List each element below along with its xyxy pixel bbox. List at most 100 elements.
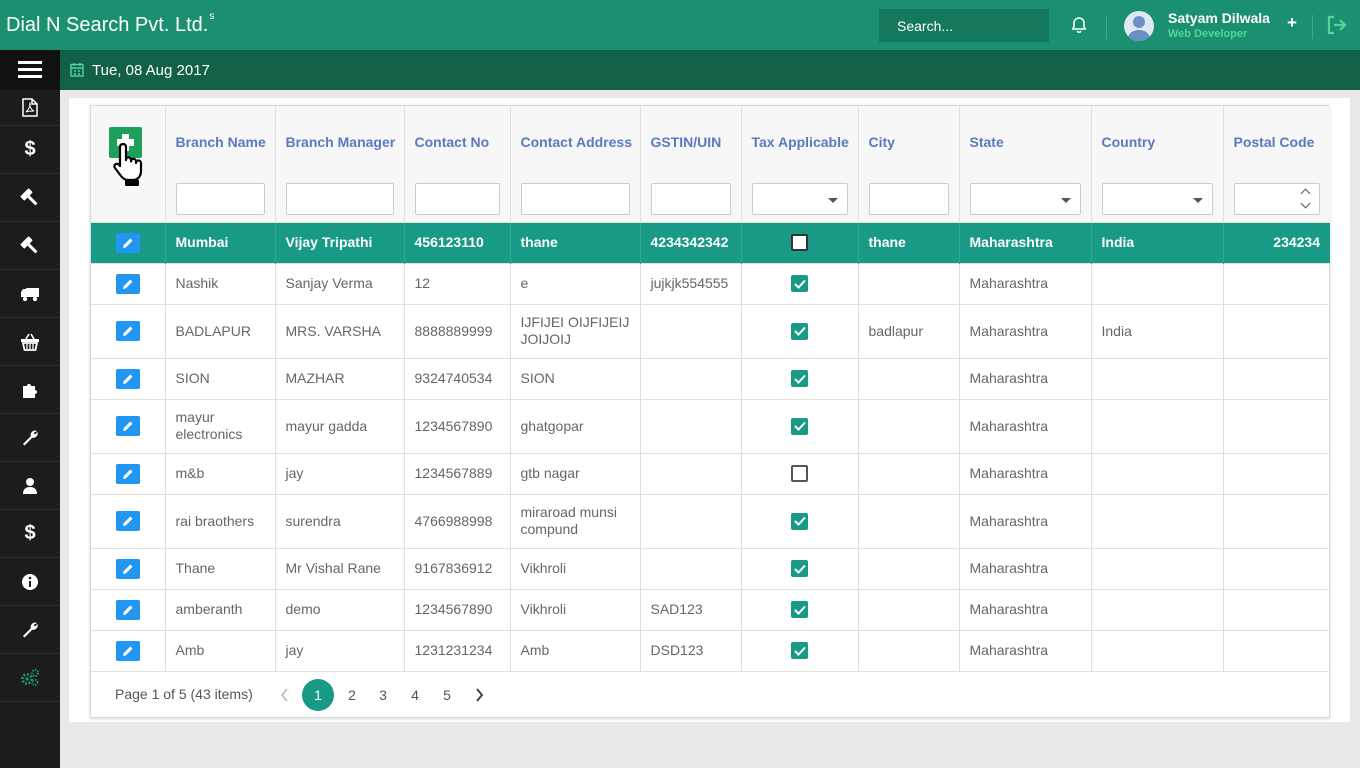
filter-gstin[interactable] [650,183,731,216]
check-icon [793,564,806,574]
edit-button[interactable] [115,321,140,341]
brand-title[interactable]: Dial N Search Pvt. Ltd.s [6,11,214,37]
add-icon[interactable]: + [1287,13,1297,33]
cell-country [1091,263,1224,304]
column-header-country[interactable]: Country [1091,106,1224,177]
filter-contact-address[interactable] [520,183,630,216]
sidebar-item-shop[interactable] [0,318,60,366]
tax-applicable-checkbox[interactable] [791,465,808,482]
bell-icon[interactable] [1070,16,1088,34]
column-header-state[interactable]: State [959,106,1092,177]
table-row[interactable]: Amb jay 1231231234 Amb DSD123 Maharashtra [91,630,1330,671]
edit-button[interactable] [115,558,140,579]
edit-button[interactable] [115,511,140,531]
spin-up-icon[interactable] [1300,188,1311,199]
filter-city[interactable] [868,183,949,216]
edit-button[interactable] [115,368,140,389]
table-row[interactable]: rai braothers surendra 4766988998 miraroad … [91,494,1330,548]
sidebar-item-payments[interactable]: $ [0,510,60,558]
filter-branch-manager[interactable] [285,183,394,216]
table-row[interactable]: BADLAPUR MRS. VARSHA 8888889999 IJFIJEI OIJ… [91,304,1330,358]
edit-button[interactable] [115,599,140,620]
filter-state-select[interactable] [969,183,1081,216]
page-button-3[interactable]: 3 [367,679,399,711]
page-button-1[interactable]: 1 [302,679,334,711]
tax-applicable-checkbox[interactable] [791,275,808,292]
edit-cell [91,399,166,453]
column-header-gstin[interactable]: GSTIN/UIN [640,106,742,177]
edit-cell [91,494,166,548]
cell-postal-code [1223,358,1330,399]
page-button-4[interactable]: 4 [399,679,431,711]
column-header-contact-address[interactable]: Contact Address [510,106,641,177]
cell-contact-address: SION [510,358,641,399]
table-row[interactable]: Mumbai Vijay Tripathi 456123110 thane 423434… [91,222,1330,263]
tax-applicable-checkbox[interactable] [791,370,808,387]
tax-applicable-checkbox[interactable] [791,512,808,530]
filter-contact-no[interactable] [414,183,500,216]
search-input[interactable] [879,9,1049,42]
filter-postal-code-spinner[interactable] [1233,183,1320,216]
table-row[interactable]: mayur electronics mayur gadda 1234567890 gh… [91,399,1330,453]
cell-tax-applicable [741,630,859,671]
cell-city: thane [858,222,960,263]
sidebar-item-legal[interactable] [0,174,60,222]
filter-country-select[interactable] [1101,183,1213,216]
column-header-tax-applicable[interactable]: Tax Applicable [741,106,859,177]
edit-button[interactable] [115,232,140,253]
table-row[interactable]: m&b jay 1234567889 gtb nagar Maharashtra [91,453,1330,494]
table-row[interactable]: SION MAZHAR 9324740534 SION Maharashtra [91,358,1330,399]
cell-postal-code [1223,263,1330,304]
edit-button[interactable] [115,273,140,294]
column-header-branch-name[interactable]: Branch Name [165,106,276,177]
sidebar-item-info[interactable] [0,558,60,606]
table-row[interactable]: Nashik Sanjay Verma 12 e jujkjk554555 Maharas… [91,263,1330,304]
tax-applicable-checkbox[interactable] [791,417,808,435]
tax-applicable-checkbox[interactable] [791,322,808,340]
sidebar-item-maintenance[interactable] [0,606,60,654]
sidebar-item-pdf[interactable] [0,90,60,126]
sidebar-item-delivery[interactable] [0,270,60,318]
prev-page-button[interactable] [275,685,293,705]
page-button-5[interactable]: 5 [431,679,463,711]
pencil-icon [122,605,133,615]
next-page-button[interactable] [470,685,488,705]
table-row[interactable]: amberanth demo 1234567890 Vikhroli SAD123 Mah… [91,589,1330,630]
cell-branch-name: amberanth [165,589,276,630]
cell-city [858,263,960,304]
edit-button[interactable] [115,640,140,661]
sidebar-item-auction[interactable] [0,222,60,270]
cell-city [858,630,960,671]
column-header-branch-manager[interactable]: Branch Manager [275,106,405,177]
cell-city: badlapur [858,304,960,358]
logout-icon[interactable] [1326,15,1348,35]
cell-tax-applicable [741,589,859,630]
tax-applicable-checkbox[interactable] [791,560,808,577]
spin-down-icon[interactable] [1300,198,1311,209]
column-header-contact-no[interactable]: Contact No [404,106,511,177]
sidebar-item-users[interactable] [0,462,60,510]
cell-postal-code: 234234 [1273,234,1320,250]
sidebar-item-billing[interactable]: $ [0,126,60,174]
tax-applicable-checkbox[interactable] [791,601,808,618]
sidebar-item-plugins[interactable] [0,366,60,414]
edit-button[interactable] [115,463,140,484]
filter-branch-name[interactable] [175,183,265,216]
divider [1312,15,1313,39]
cell-tax-applicable [741,304,859,358]
table-row[interactable]: Thane Mr Vishal Rane 9167836912 Vikhroli Mah… [91,548,1330,589]
tax-applicable-checkbox[interactable] [791,642,808,659]
calendar-icon [70,63,84,77]
page-info: Page 1 of 5 (43 items) [115,686,253,702]
column-header-postal-code[interactable]: Postal Code [1223,106,1330,177]
sidebar-item-tools[interactable] [0,414,60,462]
filter-tax-applicable-select[interactable] [751,183,848,216]
tax-applicable-checkbox[interactable] [791,234,808,251]
edit-button[interactable] [115,416,140,436]
column-header-city[interactable]: City [858,106,960,177]
user-name[interactable]: Satyam Dilwala [1168,10,1270,26]
sidebar-item-settings[interactable] [0,654,60,702]
page-button-2[interactable]: 2 [336,679,368,711]
hamburger-menu-button[interactable] [0,50,60,90]
avatar[interactable] [1124,11,1154,41]
